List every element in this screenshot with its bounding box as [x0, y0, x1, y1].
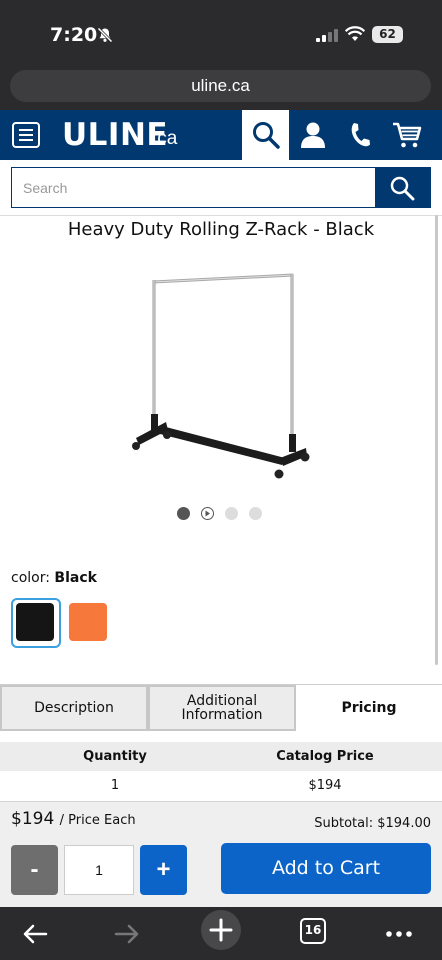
menu-icon[interactable]: [12, 122, 40, 148]
tab-additional-information[interactable]: Additional Information: [148, 685, 296, 731]
color-swatch-orange[interactable]: [64, 598, 114, 648]
phone-icon[interactable]: [345, 120, 375, 150]
tab-pricing[interactable]: Pricing: [296, 685, 442, 731]
url-bar[interactable]: uline.ca: [10, 70, 431, 102]
back-arrow-icon[interactable]: [20, 919, 50, 949]
row-quantity: 1: [110, 778, 120, 793]
signal-icon: [316, 29, 338, 42]
header-search-button[interactable]: [242, 110, 289, 160]
table-row: 1 $194: [0, 771, 442, 800]
more-icon[interactable]: [384, 919, 414, 949]
subtotal-value: $194.00: [377, 816, 431, 831]
color-label: color: Black: [11, 570, 97, 586]
carousel-dot[interactable]: [177, 507, 190, 520]
product-image[interactable]: [120, 262, 320, 482]
column-header-quantity: Quantity: [83, 749, 147, 764]
product-tabs: Description Additional Information Prici…: [0, 684, 442, 731]
unit-price: $194 / Price Each: [11, 809, 136, 829]
battery-icon: 62: [372, 26, 403, 43]
color-swatch-black[interactable]: [11, 598, 61, 648]
product-title: Heavy Duty Rolling Z-Rack - Black: [67, 219, 375, 240]
divider: [0, 215, 442, 216]
carousel-dot[interactable]: [249, 507, 262, 520]
price-each-label: / Price Each: [59, 813, 136, 828]
scrollbar: [435, 215, 438, 665]
add-to-cart-bar: $194 / Price Each Subtotal: $194.00 - 1 …: [0, 801, 442, 907]
image-carousel-dots: [176, 507, 266, 521]
new-tab-button[interactable]: [201, 910, 241, 950]
tabs-icon[interactable]: 16: [300, 918, 326, 944]
logo-suffix: .ca: [152, 128, 178, 149]
wifi-icon: [345, 26, 365, 41]
bell-slash-icon: [97, 27, 113, 43]
selected-color: Black: [54, 570, 97, 586]
status-time: 7:20: [50, 24, 98, 46]
site-header: ULINE .ca: [0, 110, 442, 160]
forward-arrow-icon[interactable]: [112, 919, 142, 949]
quantity-input[interactable]: 1: [64, 845, 134, 895]
search-input[interactable]: [12, 168, 376, 207]
tab-description[interactable]: Description: [0, 685, 148, 731]
carousel-dot[interactable]: [225, 507, 238, 520]
row-catalog-price: $194: [308, 778, 342, 793]
search-icon: [253, 122, 280, 149]
quantity-decrease-button[interactable]: -: [11, 845, 58, 895]
subtotal: Subtotal: $194.00: [314, 816, 431, 831]
new-tab-plus-icon: [209, 918, 233, 942]
browser-toolbar: 16: [0, 907, 442, 960]
search-button[interactable]: [375, 168, 430, 207]
search-bar: [11, 167, 431, 208]
search-icon: [390, 176, 415, 201]
pricing-table-header: Quantity Catalog Price: [0, 742, 442, 771]
account-icon[interactable]: [298, 120, 328, 150]
cart-icon[interactable]: [392, 120, 422, 150]
column-header-catalog-price: Catalog Price: [276, 749, 374, 764]
quantity-increase-button[interactable]: +: [140, 845, 187, 895]
add-to-cart-button[interactable]: Add to Cart: [221, 843, 431, 894]
browser-address-area: uline.ca: [0, 58, 442, 110]
video-play-icon[interactable]: [201, 507, 214, 520]
